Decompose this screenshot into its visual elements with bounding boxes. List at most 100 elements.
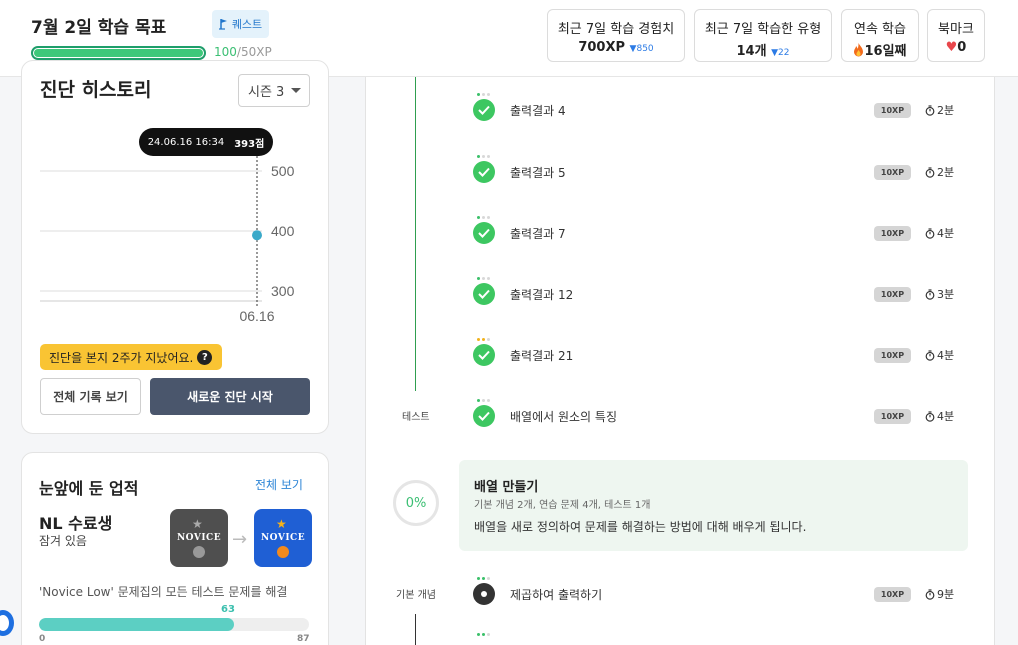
- stat-label: 북마크: [938, 22, 974, 37]
- lesson-time-value: 4분: [937, 349, 955, 362]
- xp-max: /50XP: [236, 45, 272, 59]
- tooltip-date: 24.06.16 16:34: [147, 136, 225, 148]
- chapter-meta: 기본 개념 2개, 연습 문제 4개, 테스트 1개: [474, 500, 651, 511]
- check-icon: [473, 283, 495, 305]
- timer-icon: [925, 166, 935, 178]
- floating-help-icon[interactable]: [0, 610, 14, 636]
- chapter-card[interactable]: 배열 만들기 기본 개념 2개, 연습 문제 4개, 테스트 1개 배열을 새로…: [459, 460, 968, 551]
- xp-badge: 10XP: [874, 226, 911, 241]
- difficulty-dots: [477, 216, 490, 219]
- heart-icon: ♥: [945, 40, 958, 55]
- goal-xp: 100/50XP: [214, 45, 272, 59]
- lesson-row[interactable]: 출력결과 4 10XP 2분: [366, 93, 996, 133]
- data-point: [252, 230, 262, 241]
- check-icon: [473, 344, 495, 366]
- badge-unlocked: ★ NOVICE: [254, 509, 312, 567]
- badge-text: NOVICE: [260, 533, 306, 543]
- y-tick-label: 400: [271, 223, 295, 239]
- xp-current: 100: [214, 45, 237, 59]
- lesson-bullet-icon: [473, 583, 495, 605]
- achievement-view-all-link[interactable]: 전체 보기: [255, 476, 303, 493]
- check-icon: [473, 161, 495, 183]
- lesson-row[interactable]: [366, 633, 996, 645]
- achievement-progress-value: 63: [221, 604, 235, 615]
- lesson-time: 3분: [925, 286, 954, 302]
- timer-icon: [925, 288, 935, 300]
- difficulty-dots: [477, 155, 490, 158]
- achievement-status: 잠겨 있음: [39, 534, 87, 548]
- check-icon: [473, 222, 495, 244]
- flag-icon: [218, 19, 227, 30]
- lesson-time: 2분: [925, 164, 954, 180]
- badge-locked: ★ NOVICE: [170, 509, 228, 567]
- lesson-row[interactable]: 출력결과 12 10XP 3분: [366, 277, 996, 317]
- stat-value: 0: [957, 40, 967, 55]
- progress-min: 0: [39, 634, 46, 644]
- stat-label: 최근 7일 학습 경험치: [557, 22, 675, 37]
- lesson-time-value: 2분: [937, 104, 955, 117]
- lesson-time-value: 3분: [937, 288, 955, 301]
- timer-icon: [925, 588, 935, 600]
- chapter-title: 배열 만들기: [474, 480, 539, 495]
- lesson-title: 출력결과 4: [510, 104, 566, 118]
- lesson-row[interactable]: 출력결과 21 10XP 4분: [366, 338, 996, 378]
- fire-icon: [854, 43, 864, 57]
- quest-label: 퀘스트: [231, 18, 263, 31]
- difficulty-dots: [477, 399, 490, 402]
- stat-weekly-types[interactable]: 최근 7일 학습한 유형 14개 ▼22: [694, 9, 832, 62]
- lesson-title: 배열에서 원소의 특징: [510, 410, 617, 424]
- stat-weekly-xp[interactable]: 최근 7일 학습 경험치 700XP ▼850: [547, 9, 685, 62]
- y-tick-label: 300: [271, 283, 295, 299]
- star-icon: ★: [276, 517, 287, 531]
- stat-bookmark[interactable]: 북마크 ♥0: [927, 9, 985, 62]
- chapter-description: 배열을 새로 정의하여 문제를 해결하는 방법에 대해 배우게 됩니다.: [474, 520, 807, 534]
- lesson-title: 출력결과 21: [510, 349, 574, 363]
- timer-icon: [925, 349, 935, 361]
- history-chart: 300 400 500 06.16: [40, 136, 295, 324]
- achievement-description: 'Novice Low' 문제집의 모든 테스트 문제를 해결: [39, 585, 288, 599]
- check-icon: [473, 99, 495, 121]
- lesson-time: 2분: [925, 102, 954, 118]
- xp-badge: 10XP: [874, 348, 911, 363]
- stat-delta: ▼22: [771, 48, 790, 58]
- section-label: 기본 개념: [396, 590, 436, 601]
- new-test-button[interactable]: 새로운 진단 시작: [150, 378, 310, 415]
- stat-delta: ▼850: [629, 44, 654, 54]
- lesson-time: 4분: [925, 408, 954, 424]
- xp-badge: 10XP: [874, 409, 911, 424]
- lesson-title: 출력결과 7: [510, 227, 566, 241]
- timer-icon: [925, 410, 935, 422]
- timer-icon: [925, 104, 935, 116]
- difficulty-dots: [477, 633, 490, 636]
- goal-title: 7월 2일 학습 목표: [31, 18, 167, 38]
- stat-label: 최근 7일 학습한 유형: [704, 22, 822, 37]
- achievement-progress-fill: [39, 618, 235, 631]
- stat-label: 연속 학습: [854, 22, 906, 37]
- tooltip-score: 393점: [234, 138, 265, 150]
- lesson-timeline-panel: 출력결과 4 10XP 2분 출력결과 5 10XP 2분 출력결과 7 10XP 4분 출력결과…: [365, 77, 995, 645]
- lesson-row[interactable]: 출력결과 7 10XP 4분: [366, 216, 996, 256]
- lesson-title: 제곱하여 출력하기: [510, 588, 603, 602]
- stat-value: 700XP: [578, 40, 626, 55]
- goal-progress-fill: [34, 49, 203, 57]
- achievement-card: 눈앞에 둔 업적 전체 보기 NL 수료생 잠겨 있음 ★ NOVICE → ★…: [21, 452, 329, 645]
- lesson-row[interactable]: 기본 개념 제곱하여 출력하기 10XP 9분: [366, 577, 996, 617]
- lesson-time-value: 2분: [937, 166, 955, 179]
- view-all-history-button[interactable]: 전체 기록 보기: [40, 378, 141, 415]
- question-icon[interactable]: ?: [197, 349, 213, 365]
- xp-badge: 10XP: [874, 103, 911, 118]
- quest-button[interactable]: 퀘스트: [212, 10, 269, 38]
- warning-text: 진단을 본지 2주가 지났어요.: [49, 350, 194, 365]
- lesson-title: 출력결과 12: [510, 288, 574, 302]
- xp-badge: 10XP: [874, 587, 911, 602]
- star-icon: ★: [192, 517, 203, 531]
- stat-streak[interactable]: 연속 학습 16일째: [841, 9, 919, 62]
- lesson-time-value: 4분: [937, 410, 955, 423]
- difficulty-dots: [477, 338, 490, 341]
- section-label: 테스트: [402, 412, 430, 423]
- check-icon: [473, 405, 495, 427]
- achievement-name: NL 수료생: [39, 514, 113, 533]
- goal-progress-bar: [31, 46, 206, 60]
- lesson-row[interactable]: 테스트 배열에서 원소의 특징 10XP 4분: [366, 399, 996, 439]
- lesson-row[interactable]: 출력결과 5 10XP 2분: [366, 155, 996, 195]
